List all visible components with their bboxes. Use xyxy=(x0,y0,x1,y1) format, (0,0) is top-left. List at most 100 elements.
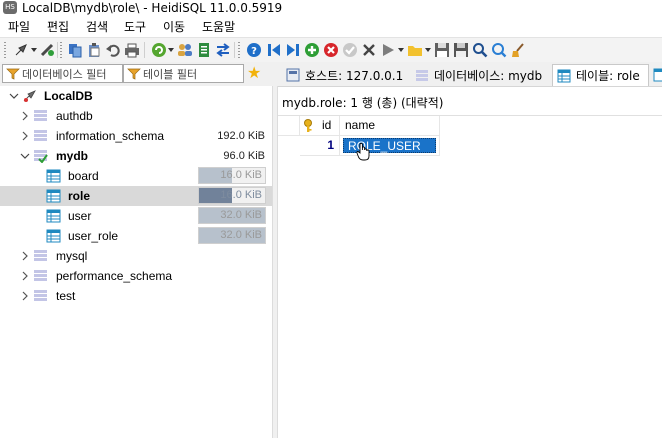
mouse-cursor-icon xyxy=(356,142,370,161)
connect-icon[interactable] xyxy=(12,41,29,58)
column-header-name[interactable]: name xyxy=(340,116,440,136)
primary-key-icon xyxy=(304,119,312,132)
clear-icon[interactable] xyxy=(509,41,526,58)
table-icon xyxy=(46,209,61,223)
open-folder-icon[interactable] xyxy=(406,41,423,58)
help-icon[interactable]: ? xyxy=(245,41,262,58)
tab-next[interactable] xyxy=(649,64,662,86)
server-icon xyxy=(23,90,36,102)
database-filter-placeholder: 데이터베이스 필터 xyxy=(22,67,107,81)
menu-file[interactable]: 파일 xyxy=(8,18,30,35)
table-icon xyxy=(557,69,571,82)
toolbar-grip[interactable] xyxy=(4,42,6,58)
post-record-icon[interactable] xyxy=(341,41,358,58)
refresh-dropdown-icon[interactable] xyxy=(168,48,174,52)
tree-node-user[interactable]: user 32.0 KiB xyxy=(0,206,272,226)
title-bar: HS LocalDB\mydb\role\ - HeidiSQL 11.0.0.… xyxy=(0,0,662,16)
column-header-label: name xyxy=(345,118,376,132)
expand-icon[interactable] xyxy=(20,131,30,141)
expand-icon[interactable] xyxy=(20,291,30,301)
toolbar-separator xyxy=(57,42,58,58)
tab-database[interactable]: 데이터베이스: mydb xyxy=(411,64,542,86)
connect-dropdown-icon[interactable] xyxy=(31,48,37,52)
app-icon: HS xyxy=(3,1,17,14)
print-icon[interactable] xyxy=(123,41,140,58)
replace-icon[interactable] xyxy=(490,41,507,58)
save-as-icon[interactable] xyxy=(452,41,469,58)
undo-icon[interactable] xyxy=(104,41,121,58)
menu-search[interactable]: 검색 xyxy=(86,18,108,35)
tab-table[interactable]: 테이블: role xyxy=(552,64,649,86)
user-manager-icon[interactable] xyxy=(176,41,193,58)
favorites-star-icon[interactable]: ★ xyxy=(247,65,261,83)
toolbar-grip[interactable] xyxy=(60,42,62,58)
menu-navigate[interactable]: 이동 xyxy=(163,18,185,35)
tree-node-authdb[interactable]: authdb xyxy=(0,106,272,126)
data-panel: mydb.role: 1 행 (총) (대략적) id name 1 ROLE_… xyxy=(278,87,662,438)
data-grid[interactable]: id name 1 ROLE_USER xyxy=(278,115,662,439)
tree-size: 32.0 KiB xyxy=(220,229,262,241)
copy-icon[interactable] xyxy=(66,41,83,58)
tree-node-mysql[interactable]: mysql xyxy=(0,246,272,266)
filter-icon xyxy=(127,68,141,80)
tree-label: LocalDB xyxy=(44,89,93,103)
expand-icon[interactable] xyxy=(20,271,30,281)
tab-host[interactable]: 호스트: 127.0.0.1 xyxy=(282,64,403,86)
find-icon[interactable] xyxy=(471,41,488,58)
save-icon[interactable] xyxy=(433,41,450,58)
tree-node-information-schema[interactable]: information_schema 192.0 KiB xyxy=(0,126,272,146)
tree-node-board[interactable]: board 16.0 KiB xyxy=(0,166,272,186)
tree-node-localdb[interactable]: LocalDB xyxy=(0,86,272,106)
delete-record-icon[interactable] xyxy=(322,41,339,58)
filter-icon xyxy=(6,68,20,80)
tree-size: 192.0 KiB xyxy=(217,130,265,142)
menu-tools[interactable]: 도구 xyxy=(124,18,146,35)
tab-host-label: 호스트: 127.0.0.1 xyxy=(305,68,404,83)
table-icon xyxy=(46,169,61,183)
tree-label: authdb xyxy=(56,109,93,123)
open-dropdown-icon[interactable] xyxy=(425,48,431,52)
grid-cell-name[interactable]: ROLE_USER xyxy=(340,136,440,156)
column-header-label: id xyxy=(322,118,332,132)
tree-node-performance-schema[interactable]: performance_schema xyxy=(0,266,272,286)
tree-size: 96.0 KiB xyxy=(223,150,265,162)
execute-icon[interactable] xyxy=(379,41,396,58)
collapse-icon[interactable] xyxy=(20,151,30,161)
first-record-icon[interactable] xyxy=(265,41,282,58)
transfer-icon[interactable] xyxy=(214,41,231,58)
grid-corner[interactable] xyxy=(278,116,300,136)
database-filter-input[interactable]: 데이터베이스 필터 xyxy=(2,64,123,83)
tree-node-test[interactable]: test xyxy=(0,286,272,306)
grid-cell-id[interactable]: 1 xyxy=(300,136,340,156)
expand-icon[interactable] xyxy=(20,111,30,121)
tree-node-role[interactable]: role 16.0 KiB xyxy=(0,186,272,206)
expand-icon[interactable] xyxy=(20,251,30,261)
table-filter-input[interactable]: 테이블 필터 xyxy=(123,64,244,83)
tree-label: user xyxy=(68,209,92,223)
grid-caption: mydb.role: 1 행 (총) (대략적) xyxy=(282,96,444,110)
database-tree[interactable]: LocalDB authdb information_schema 192.0 … xyxy=(0,86,272,438)
tree-node-mydb[interactable]: mydb 96.0 KiB xyxy=(0,146,272,166)
cancel-record-icon[interactable] xyxy=(360,41,377,58)
tree-label: performance_schema xyxy=(56,269,173,283)
paste-icon[interactable] xyxy=(85,41,102,58)
column-header-id[interactable]: id xyxy=(300,116,340,136)
tab-database-label: 데이터베이스: mydb xyxy=(434,68,543,83)
menu-help[interactable]: 도움말 xyxy=(202,18,235,35)
add-record-icon[interactable] xyxy=(303,41,320,58)
toolbar-separator xyxy=(234,42,235,58)
tree-node-user-role[interactable]: user_role 32.0 KiB xyxy=(0,226,272,246)
disconnect-icon[interactable] xyxy=(38,41,55,58)
refresh-icon[interactable] xyxy=(150,41,167,58)
collapse-icon[interactable] xyxy=(9,91,19,101)
tree-size: 16.0 KiB xyxy=(220,189,262,201)
export-icon[interactable] xyxy=(195,41,212,58)
toolbar-grip[interactable] xyxy=(238,42,240,58)
size-bar: 16.0 KiB xyxy=(198,167,266,184)
last-record-icon[interactable] xyxy=(284,41,301,58)
execute-dropdown-icon[interactable] xyxy=(398,48,404,52)
menu-edit[interactable]: 편집 xyxy=(47,18,69,35)
tree-size: 32.0 KiB xyxy=(220,209,262,221)
table-icon xyxy=(46,189,61,203)
tree-label: role xyxy=(68,189,91,203)
